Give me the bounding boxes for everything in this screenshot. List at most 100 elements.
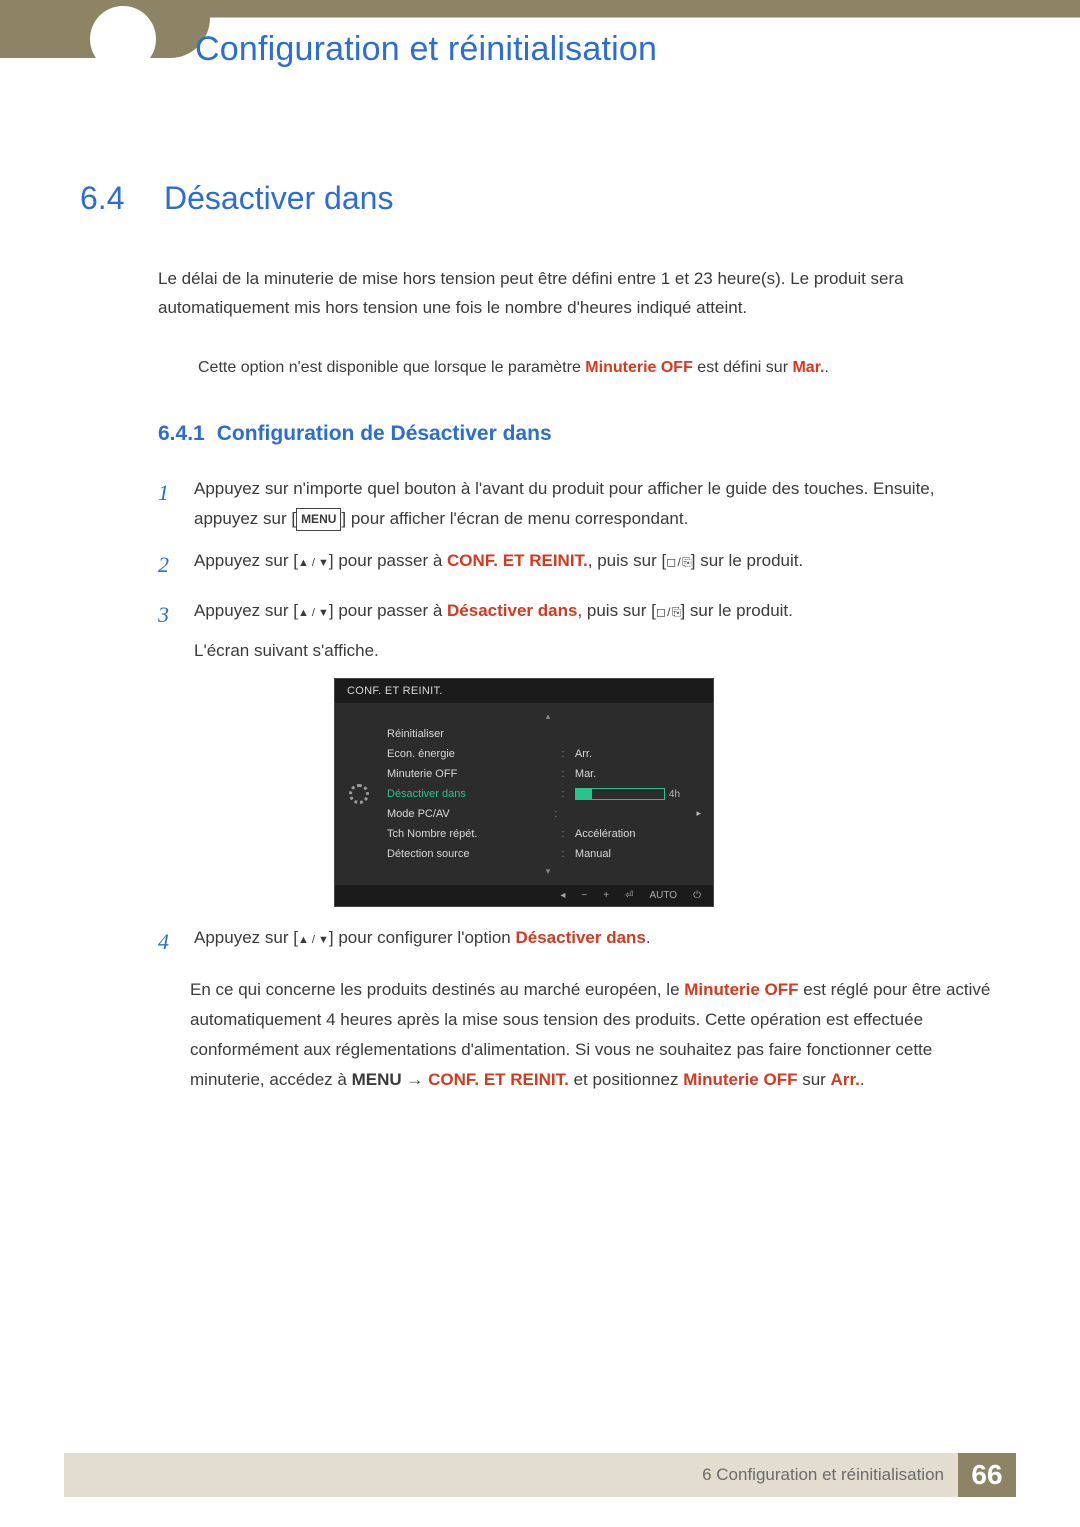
text: sur xyxy=(797,1070,830,1089)
up-down-arrows-icon xyxy=(298,601,329,620)
step-text: Appuyez sur [ ] pour passer à CONF. ET RE… xyxy=(194,546,1000,585)
osd-screenshot: CONF. ET REINIT. ▴ Réinitialiser Econ. é… xyxy=(334,678,714,907)
subsection-heading: 6.4.1 Configuration de Désactiver dans xyxy=(158,422,1000,446)
text: Appuyez sur [ xyxy=(194,928,298,947)
step-2: 2 Appuyez sur [ ] pour passer à CONF. ET … xyxy=(158,546,1000,585)
subsection-number: 6.4.1 xyxy=(158,422,205,445)
enter-source-icon xyxy=(666,551,691,570)
highlight: Minuterie OFF xyxy=(684,980,798,999)
text: et positionnez xyxy=(569,1070,683,1089)
note-text: Cette option n'est disponible que lorsqu… xyxy=(198,359,585,376)
up-down-arrows-icon xyxy=(298,551,329,570)
osd-row-selected: Désactiver dans:4h xyxy=(383,784,713,804)
osd-label: Econ. énergie xyxy=(387,748,551,760)
osd-label: Minuterie OFF xyxy=(387,768,551,780)
step-4: 4 Appuyez sur [ ] pour configurer l'optio… xyxy=(158,923,1000,962)
text: ] sur le produit. xyxy=(691,551,803,570)
footer-page-number: 66 xyxy=(958,1453,1016,1497)
osd-value: Manual xyxy=(575,848,701,860)
osd-row: Econ. énergie:Arr. xyxy=(383,744,713,764)
text: , puis sur [ xyxy=(577,601,655,620)
text: ] pour afficher l'écran de menu correspo… xyxy=(341,509,688,528)
highlight: CONF. ET REINIT. xyxy=(428,1070,569,1089)
step-number: 4 xyxy=(158,923,176,962)
text: . xyxy=(860,1070,865,1089)
scroll-up-icon: ▴ xyxy=(383,709,713,724)
osd-row: Mode PC/AV:▸ xyxy=(383,804,713,824)
highlight: Arr. xyxy=(831,1070,860,1089)
step-3: 3 Appuyez sur [ ] pour passer à Désactive… xyxy=(158,596,1000,666)
menu-label: MENU xyxy=(352,1070,402,1089)
osd-row: Minuterie OFF:Mar. xyxy=(383,764,713,784)
osd-row: Réinitialiser xyxy=(383,724,713,744)
page-content: 6.4 Désactiver dans Le délai de la minut… xyxy=(80,180,1000,1094)
gear-icon xyxy=(349,784,369,804)
highlight: Minuterie OFF xyxy=(683,1070,797,1089)
osd-label: Désactiver dans xyxy=(387,788,551,800)
arrow-icon: → xyxy=(402,1070,428,1089)
osd-row: Tch Nombre répét.:Accélération xyxy=(383,824,713,844)
osd-value: Accélération xyxy=(575,828,701,840)
osd-back-icon: ◂ xyxy=(560,890,565,901)
osd-title: CONF. ET REINIT. xyxy=(335,679,713,703)
osd-plus-icon: + xyxy=(603,890,609,901)
osd-auto-label: AUTO xyxy=(649,890,677,901)
enter-source-icon xyxy=(656,601,681,620)
section-title: Désactiver dans xyxy=(164,180,393,217)
note-highlight: Minuterie OFF xyxy=(585,359,693,376)
step-number: 1 xyxy=(158,474,176,534)
osd-value: Mar. xyxy=(575,768,701,780)
note-text: . xyxy=(824,359,828,376)
subsection-title: Configuration de Désactiver dans xyxy=(217,422,552,445)
page-footer: 6 Configuration et réinitialisation 66 xyxy=(64,1453,1016,1497)
steps-list: 1 Appuyez sur n'importe quel bouton à l'… xyxy=(158,474,1000,961)
text: En ce qui concerne les produits destinés… xyxy=(190,980,684,999)
osd-value: 4h xyxy=(575,788,701,800)
text: Appuyez sur [ xyxy=(194,601,298,620)
osd-power-icon: ⏻ xyxy=(693,890,701,901)
step-text: Appuyez sur n'importe quel bouton à l'av… xyxy=(194,474,1000,534)
step-text: Appuyez sur [ ] pour passer à Désactiver … xyxy=(194,596,1000,666)
osd-label: Réinitialiser xyxy=(387,728,551,740)
chapter-title: Configuration et réinitialisation xyxy=(195,30,657,69)
slider-bar xyxy=(575,788,665,800)
scroll-down-icon: ▾ xyxy=(383,864,713,879)
text: L'écran suivant s'affiche. xyxy=(194,636,1000,666)
text: , puis sur [ xyxy=(588,551,666,570)
step-1: 1 Appuyez sur n'importe quel bouton à l'… xyxy=(158,474,1000,534)
section-number: 6.4 xyxy=(80,180,144,217)
menu-key-icon: MENU xyxy=(296,508,341,531)
osd-label: Détection source xyxy=(387,848,551,860)
highlight: CONF. ET REINIT. xyxy=(447,551,588,570)
osd-sidebar xyxy=(335,703,383,885)
text: ] pour configurer l'option xyxy=(329,928,516,947)
note-text: est défini sur xyxy=(693,359,793,376)
section-note: Cette option n'est disponible que lorsqu… xyxy=(198,355,1000,381)
up-down-arrows-icon xyxy=(298,928,329,947)
step-text: Appuyez sur [] pour configurer l'option … xyxy=(194,923,1000,962)
highlight: Désactiver dans xyxy=(447,601,577,620)
osd-value: Arr. xyxy=(575,748,701,760)
text: ] sur le produit. xyxy=(680,601,792,620)
slider-value: 4h xyxy=(669,789,680,800)
osd-footer: ◂ − + ⏎ AUTO ⏻ xyxy=(335,885,713,906)
section-intro: Le délai de la minuterie de mise hors te… xyxy=(158,265,1000,323)
footer-chapter-label: 6 Configuration et réinitialisation xyxy=(702,1465,958,1485)
note-highlight: Mar. xyxy=(792,359,824,376)
chevron-right-icon: ▸ xyxy=(696,808,701,819)
text: Appuyez sur [ xyxy=(194,551,298,570)
text: ] pour passer à xyxy=(329,601,447,620)
osd-body: ▴ Réinitialiser Econ. énergie:Arr. Minut… xyxy=(335,703,713,885)
section-heading: 6.4 Désactiver dans xyxy=(80,180,1000,217)
footnote: En ce qui concerne les produits destinés… xyxy=(190,975,1000,1094)
osd-row: Détection source:Manual xyxy=(383,844,713,864)
step-number: 2 xyxy=(158,546,176,585)
highlight: Désactiver dans xyxy=(515,928,645,947)
text: ] pour passer à xyxy=(329,551,447,570)
osd-enter-icon: ⏎ xyxy=(625,890,633,901)
step-number: 3 xyxy=(158,596,176,666)
osd-rows: ▴ Réinitialiser Econ. énergie:Arr. Minut… xyxy=(383,703,713,885)
osd-label: Mode PC/AV xyxy=(387,808,544,820)
osd-label: Tch Nombre répét. xyxy=(387,828,551,840)
osd-minus-icon: − xyxy=(581,890,587,901)
